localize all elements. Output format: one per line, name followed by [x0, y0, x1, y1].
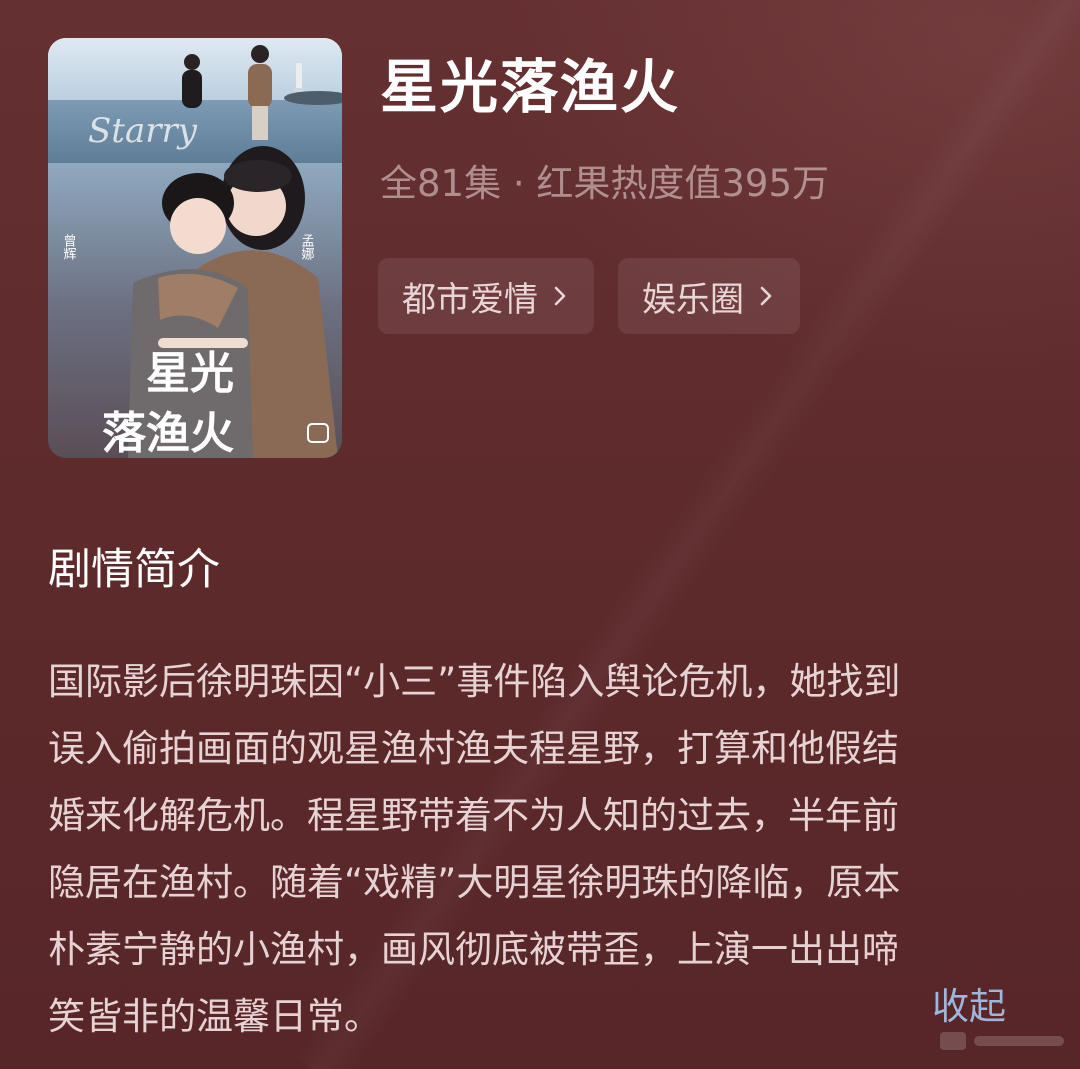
synopsis-line: 隐居在渔村。随着“戏精”大明星徐明珠的降临，原本: [48, 861, 901, 904]
synopsis-text: 国际影后徐明珠因“小三”事件陷入舆论危机，她找到 误入偷拍画面的观星渔村渔夫程星…: [48, 648, 1038, 1050]
chevron-right-icon: [552, 285, 568, 307]
poster-script-text: Starry: [88, 111, 198, 151]
poster-cast-right: 孟娜: [299, 234, 315, 260]
show-title: 星光落渔火: [380, 53, 681, 121]
tag-label: 娱乐圈: [642, 279, 744, 320]
synopsis-line: 婚来化解危机。程星野带着不为人知的过去，半年前: [48, 794, 899, 837]
tag-showbiz[interactable]: 娱乐圈: [618, 258, 800, 334]
show-meta: 全81集 · 红果热度值395万: [380, 162, 829, 205]
synopsis-line: 笑皆非的温馨日常。: [48, 995, 381, 1038]
poster-title-art-line2: 落渔火: [102, 408, 234, 458]
synopsis-line: 朴素宁静的小渔村，画风彻底被带歪，上演一出出啼: [48, 928, 899, 971]
synopsis-line: 误入偷拍画面的观星渔村渔夫程星野，打算和他假结: [48, 727, 899, 770]
synopsis-heading: 剧情简介: [48, 545, 220, 595]
poster-cast-left: 曾辉: [61, 234, 77, 260]
chevron-right-icon: [758, 285, 774, 307]
watermark-logo: [940, 1032, 1064, 1050]
poster-image[interactable]: 曾辉 孟娜 Starry 星光 落渔火: [48, 38, 342, 458]
poster-title-art-line1: 星光: [146, 348, 234, 399]
genre-tags: 都市爱情 娱乐圈: [378, 258, 800, 334]
collapse-button[interactable]: 收起: [932, 981, 1006, 1033]
tag-urban-romance[interactable]: 都市爱情: [378, 258, 594, 334]
synopsis-line: 国际影后徐明珠因“小三”事件陷入舆论危机，她找到: [48, 660, 901, 703]
detail-page: 曾辉 孟娜 Starry 星光 落渔火 星光落渔火 全81集 · 红果热度值39…: [0, 0, 1080, 1069]
tag-label: 都市爱情: [402, 279, 538, 320]
